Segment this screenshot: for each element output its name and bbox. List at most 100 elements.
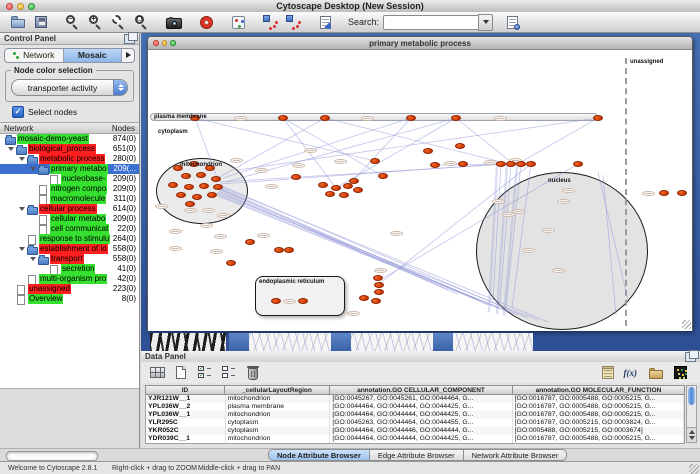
network-node[interactable] bbox=[374, 282, 384, 288]
select-attributes-button[interactable] bbox=[147, 364, 167, 382]
vizmapper-button[interactable] bbox=[260, 13, 280, 31]
network-node[interactable] bbox=[213, 184, 223, 190]
table-row[interactable]: YLR295Ccytoplasm[GO:0045263, GO:0044464,… bbox=[146, 419, 684, 427]
tree-row[interactable]: cellular metabo209(0) bbox=[0, 214, 139, 224]
table-row[interactable]: YPL036W__2plasma membrane[GO:0044464, GO… bbox=[146, 403, 684, 411]
minimize-icon[interactable] bbox=[17, 3, 24, 10]
select-all-attributes-button[interactable] bbox=[195, 364, 215, 382]
network-node[interactable] bbox=[353, 187, 363, 193]
tree-row[interactable]: secretion41(0) bbox=[0, 264, 139, 274]
column-header[interactable]: annotation.GO CELLULAR_COMPONENT bbox=[330, 385, 513, 395]
tab-node-attribute-browser[interactable]: Node Attribute Browser bbox=[268, 449, 370, 461]
unselect-all-attributes-button[interactable] bbox=[219, 364, 239, 382]
tree-row[interactable]: cell communicat22(0) bbox=[0, 224, 139, 234]
network-node[interactable] bbox=[659, 190, 669, 196]
scrollbar-thumb[interactable] bbox=[688, 387, 695, 405]
network-node[interactable] bbox=[430, 162, 440, 168]
network-node[interactable] bbox=[359, 295, 369, 301]
net-close-icon[interactable] bbox=[153, 40, 159, 46]
tree-row[interactable]: metabolic process280(0) bbox=[0, 154, 139, 164]
table-row[interactable]: YPL036W__1mitochondrion[GO:0044464, GO:0… bbox=[146, 411, 684, 419]
tree-row[interactable]: nitrogen compo209(0) bbox=[0, 184, 139, 194]
tab-network[interactable]: Network bbox=[5, 49, 63, 62]
search-dropdown-icon[interactable] bbox=[478, 14, 493, 31]
tree-row[interactable]: nucleobase-209(0) bbox=[0, 174, 139, 184]
select-nodes-checkbox[interactable]: ✓ bbox=[12, 106, 24, 118]
column-header[interactable]: annotation.GO MOLECULAR_FUNCTION bbox=[513, 385, 685, 395]
matrix-view-button[interactable] bbox=[670, 364, 690, 382]
network-node[interactable] bbox=[349, 178, 359, 184]
maximize-icon[interactable] bbox=[28, 3, 35, 10]
float-panel-icon[interactable] bbox=[685, 352, 696, 362]
network-node[interactable] bbox=[207, 192, 217, 198]
zoom-fit-content-button[interactable] bbox=[132, 13, 152, 31]
filter-button[interactable] bbox=[283, 13, 303, 31]
network-node[interactable] bbox=[451, 115, 461, 121]
search-input[interactable] bbox=[383, 15, 478, 30]
float-panel-icon[interactable] bbox=[124, 34, 135, 44]
tree-row[interactable]: transport558(0) bbox=[0, 254, 139, 264]
network-node[interactable] bbox=[325, 191, 335, 197]
window-resize-grip[interactable] bbox=[682, 320, 691, 329]
zoom-out-button[interactable] bbox=[63, 13, 83, 31]
network-node[interactable] bbox=[406, 115, 416, 121]
network-node[interactable] bbox=[374, 289, 384, 295]
tree-row[interactable]: biological_process651(0) bbox=[0, 144, 139, 154]
take-snapshot-button[interactable] bbox=[164, 13, 184, 31]
network-node[interactable] bbox=[677, 190, 687, 196]
network-node[interactable] bbox=[184, 184, 194, 190]
network-node[interactable] bbox=[176, 192, 186, 198]
expand-icon[interactable] bbox=[8, 147, 14, 151]
close-icon[interactable] bbox=[6, 3, 13, 10]
network-node[interactable] bbox=[593, 115, 603, 121]
net-minimize-icon[interactable] bbox=[162, 40, 168, 46]
network-canvas[interactable]: plasma membrane cytoplasm mitochondrion … bbox=[148, 50, 692, 331]
scroll-down-icon[interactable] bbox=[689, 436, 695, 440]
tree-row[interactable]: macromolecule311(0) bbox=[0, 194, 139, 204]
network-node[interactable] bbox=[370, 158, 380, 164]
table-row[interactable]: YDR039C__1mitochondrion[GO:0044464, GO:0… bbox=[146, 435, 684, 443]
network-node[interactable] bbox=[331, 185, 341, 191]
expand-icon[interactable] bbox=[30, 167, 36, 171]
create-network-view-button[interactable] bbox=[228, 13, 248, 31]
expand-icon[interactable] bbox=[30, 257, 36, 261]
app-resize-grip[interactable] bbox=[689, 464, 699, 474]
tree-row[interactable]: establishment of lo558(0) bbox=[0, 244, 139, 254]
network-node[interactable] bbox=[318, 182, 328, 188]
tree-row[interactable]: multi-organism pro42(0) bbox=[0, 274, 139, 284]
network-node[interactable] bbox=[274, 247, 284, 253]
tree-row[interactable]: response to stimulu264(0) bbox=[0, 234, 139, 244]
network-node[interactable] bbox=[298, 298, 308, 304]
column-header[interactable]: ID bbox=[145, 385, 225, 395]
delete-attribute-button[interactable] bbox=[243, 364, 263, 382]
expand-icon[interactable] bbox=[19, 207, 25, 211]
network-node[interactable] bbox=[339, 192, 349, 198]
tab-edge-attribute-browser[interactable]: Edge Attribute Browser bbox=[370, 449, 464, 461]
network-node[interactable] bbox=[271, 298, 281, 304]
network-node[interactable] bbox=[516, 161, 526, 167]
window-controls[interactable] bbox=[6, 3, 35, 10]
function-builder-button[interactable] bbox=[622, 364, 642, 382]
tree-row[interactable]: primary metabo209(... bbox=[0, 164, 139, 174]
column-header[interactable]: _cellularLayoutRegion bbox=[225, 385, 330, 395]
network-node[interactable] bbox=[185, 201, 195, 207]
open-file-button[interactable] bbox=[8, 13, 28, 31]
tab-network-attribute-browser[interactable]: Network Attribute Browser bbox=[464, 449, 568, 461]
node-color-dropdown[interactable]: transporter activity bbox=[11, 79, 128, 96]
annotation-button[interactable] bbox=[315, 13, 335, 31]
network-node[interactable] bbox=[458, 161, 468, 167]
tree-row[interactable]: mosaic-demo-yeast874(0) bbox=[0, 134, 139, 144]
net-maximize-icon[interactable] bbox=[170, 40, 176, 46]
tree-row[interactable]: Overview8(0) bbox=[0, 294, 139, 304]
expand-icon[interactable] bbox=[19, 157, 25, 161]
network-node[interactable] bbox=[423, 148, 433, 154]
network-node[interactable] bbox=[378, 173, 388, 179]
network-node[interactable] bbox=[320, 115, 330, 121]
network-node[interactable] bbox=[526, 161, 536, 167]
import-attributes-button[interactable] bbox=[646, 364, 666, 382]
network-window-titlebar[interactable]: primary metabolic process bbox=[148, 37, 692, 50]
network-node[interactable] bbox=[506, 161, 516, 167]
import-annotation-button[interactable] bbox=[502, 13, 522, 31]
zoom-selected-region-button[interactable] bbox=[109, 13, 129, 31]
network-node[interactable] bbox=[199, 183, 209, 189]
